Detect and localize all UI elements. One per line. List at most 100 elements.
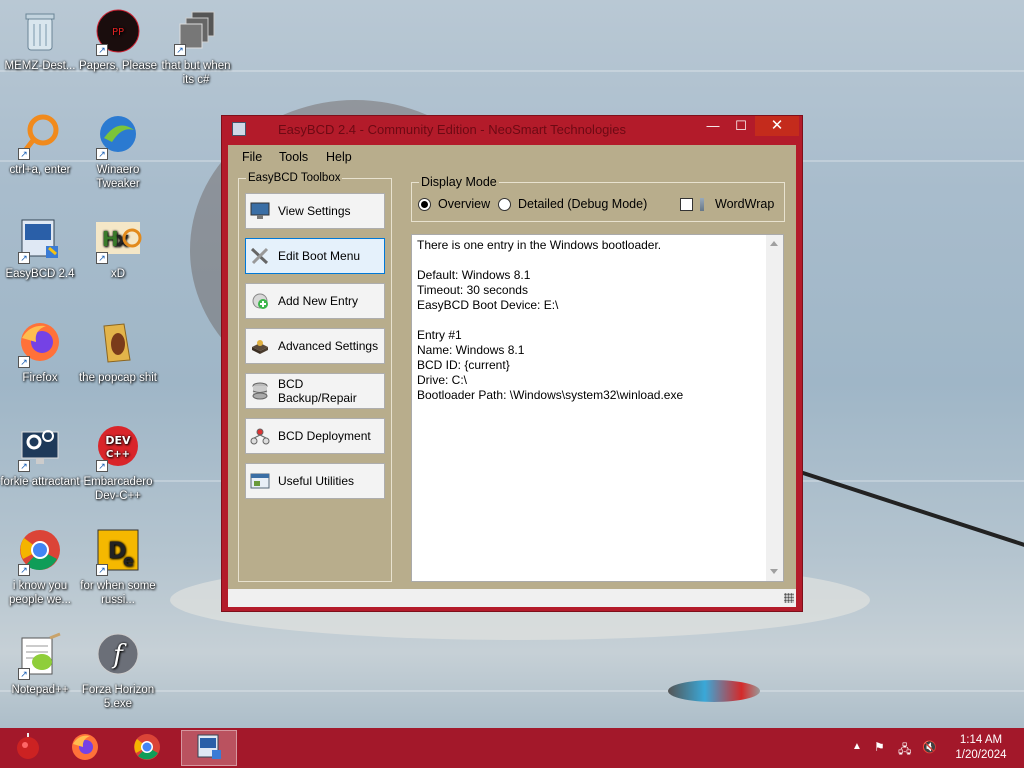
start-button[interactable] [0, 730, 56, 766]
desktop-icon-label: Forza Horizon 5.exe [81, 684, 155, 710]
advanced-settings-label: Advanced Settings [278, 339, 379, 353]
close-button[interactable]: ✕ [755, 116, 799, 136]
wordwrap-checkbox[interactable] [680, 198, 693, 211]
view-settings-button[interactable]: View Settings [245, 193, 385, 229]
desktop-icon[interactable]: ↗ Firefox [0, 320, 80, 385]
settings-output-text: There is one entry in the Windows bootlo… [417, 238, 684, 402]
desktop-icon[interactable]: ↗ Winaero Tweaker [78, 112, 158, 191]
desktop-icon-label: xD [110, 268, 126, 280]
maximize-button[interactable]: ☐ [727, 116, 755, 136]
resize-grip-icon[interactable] [784, 593, 794, 603]
desktop-icon-label: MEMZ-Dest... [4, 60, 76, 72]
network-icon[interactable]: 🖧 [898, 740, 911, 761]
shortcut-arrow-icon: ↗ [96, 460, 108, 472]
menu-file[interactable]: File [242, 150, 262, 164]
title-bar[interactable]: EasyBCD 2.4 - Community Edition - NeoSma… [222, 116, 802, 144]
chrome-icon: ↗ [16, 528, 64, 576]
scroll-down-arrow-icon[interactable] [770, 569, 778, 574]
add-new-entry-label: Add New Entry [278, 294, 359, 308]
folder-stack-icon: ↗ [172, 8, 220, 56]
taskbar-easybcd[interactable] [181, 730, 237, 766]
desktop-icon-label: Firefox [22, 372, 58, 384]
scroll-up-arrow-icon[interactable] [770, 241, 778, 246]
desktop-icon[interactable]: ↗ forkie attractant [0, 424, 80, 489]
useful-utilities-label: Useful Utilities [278, 474, 355, 488]
vertical-scrollbar[interactable] [766, 235, 783, 581]
shortcut-arrow-icon: ↗ [18, 460, 30, 472]
utilities-icon [250, 472, 270, 490]
volume-muted-icon[interactable]: 🔇 [922, 740, 937, 754]
minimize-button[interactable]: — [699, 116, 727, 136]
desktop-icon-label: the popcap shit [78, 372, 157, 384]
desktop-icon[interactable]: ↗ Notepad++ [0, 632, 80, 697]
desktop-icon[interactable]: Hx ↗ xD [78, 216, 158, 281]
window-client: File Tools Help EasyBCD Toolbox View Set… [228, 145, 796, 607]
tray-expand-icon[interactable]: ▲ [852, 741, 862, 752]
devcpp-icon: DEV C++ ↗ [94, 424, 142, 472]
detailed-radio[interactable] [498, 198, 511, 211]
desktop-icon[interactable]: ↗ EasyBCD 2.4 [0, 216, 80, 281]
desktop-icon[interactable]: MEMZ-Dest... [0, 8, 80, 73]
shortcut-arrow-icon: ↗ [18, 252, 30, 264]
toolbox-group: EasyBCD Toolbox View Settings Edit Boot … [238, 172, 392, 582]
gear-box-icon [250, 337, 270, 355]
action-center-flag-icon[interactable]: ⚑ [874, 740, 885, 754]
settings-output[interactable]: There is one entry in the Windows bootlo… [411, 234, 784, 582]
desktop-icon[interactable]: ↗ i know you people we... [0, 528, 80, 607]
winaero-icon: ↗ [94, 112, 142, 160]
desktop-icon[interactable]: De ↗ for when some russi... [78, 528, 158, 607]
desktop-icon-label: ctrl+a, enter [9, 164, 71, 176]
start-orb-icon [13, 732, 43, 765]
menu-tools[interactable]: Tools [279, 150, 308, 164]
die-icon: De ↗ [94, 528, 142, 576]
overview-radio[interactable] [418, 198, 431, 211]
edit-boot-menu-label: Edit Boot Menu [278, 249, 361, 263]
flash-icon: f [94, 632, 142, 680]
shortcut-arrow-icon: ↗ [174, 44, 186, 56]
overview-label[interactable]: Overview [438, 197, 490, 211]
detailed-label[interactable]: Detailed (Debug Mode) [518, 197, 647, 211]
app-icon[interactable] [232, 122, 246, 136]
taskbar-chrome[interactable] [119, 730, 175, 766]
recycle-bin-icon [16, 8, 64, 56]
clock-time: 1:14 AM [959, 734, 1003, 746]
add-new-entry-button[interactable]: Add New Entry [245, 283, 385, 319]
desktop-icon[interactable]: ↗ that but when its c# [156, 8, 236, 87]
papers-please-icon: PP ↗ [94, 8, 142, 56]
firefox-icon: ↗ [16, 320, 64, 368]
desktop-icon[interactable]: DEV C++ ↗ Embarcadero Dev-C++ [78, 424, 158, 503]
menu-help[interactable]: Help [326, 150, 352, 164]
desktop-icon[interactable]: the popcap shit [78, 320, 158, 385]
notepadpp-icon: ↗ [16, 632, 64, 680]
useful-utilities-button[interactable]: Useful Utilities [245, 463, 385, 499]
shortcut-arrow-icon: ↗ [18, 564, 30, 576]
advanced-settings-button[interactable]: Advanced Settings [245, 328, 385, 364]
desktop-icon[interactable]: ↗ ctrl+a, enter [0, 112, 80, 177]
status-bar [228, 589, 796, 607]
desktop-icon-label: EasyBCD 2.4 [5, 268, 75, 280]
firefox-icon [70, 732, 100, 765]
shortcut-arrow-icon: ↗ [18, 356, 30, 368]
database-icon [250, 382, 270, 400]
desktop-icon-label: Winaero Tweaker [96, 164, 140, 190]
desktop-icon-label: for when some russi... [80, 580, 156, 606]
taskbar-firefox[interactable] [57, 730, 113, 766]
menu-bar: File Tools Help [228, 145, 796, 169]
easybcd-icon: ↗ [16, 216, 64, 264]
svg-text:PP: PP [112, 27, 124, 38]
desktop-icon-label: Notepad++ [11, 684, 69, 696]
system-clock[interactable]: 1:14 AM 1/20/2024 [950, 733, 1012, 763]
magnifier-icon: ↗ [16, 112, 64, 160]
bcd-backup-repair-button[interactable]: BCD Backup/Repair [245, 373, 385, 409]
deploy-icon [250, 427, 270, 445]
edit-boot-menu-button[interactable]: Edit Boot Menu [245, 238, 385, 274]
desktop-icon-label: forkie attractant [0, 476, 80, 488]
desktop-icon-label: Embarcadero Dev-C++ [83, 476, 153, 502]
add-entry-icon [250, 292, 270, 310]
desktop-icon[interactable]: PP ↗ Papers, Please [78, 8, 158, 73]
bcd-deployment-button[interactable]: BCD Deployment [245, 418, 385, 454]
desktop-icon[interactable]: f Forza Horizon 5.exe [78, 632, 158, 711]
monitor-icon [250, 202, 270, 220]
wordwrap-label[interactable]: WordWrap [715, 197, 774, 211]
taskbar: ▲ ⚑ 🖧 🔇 1:14 AM 1/20/2024 [0, 728, 1024, 768]
